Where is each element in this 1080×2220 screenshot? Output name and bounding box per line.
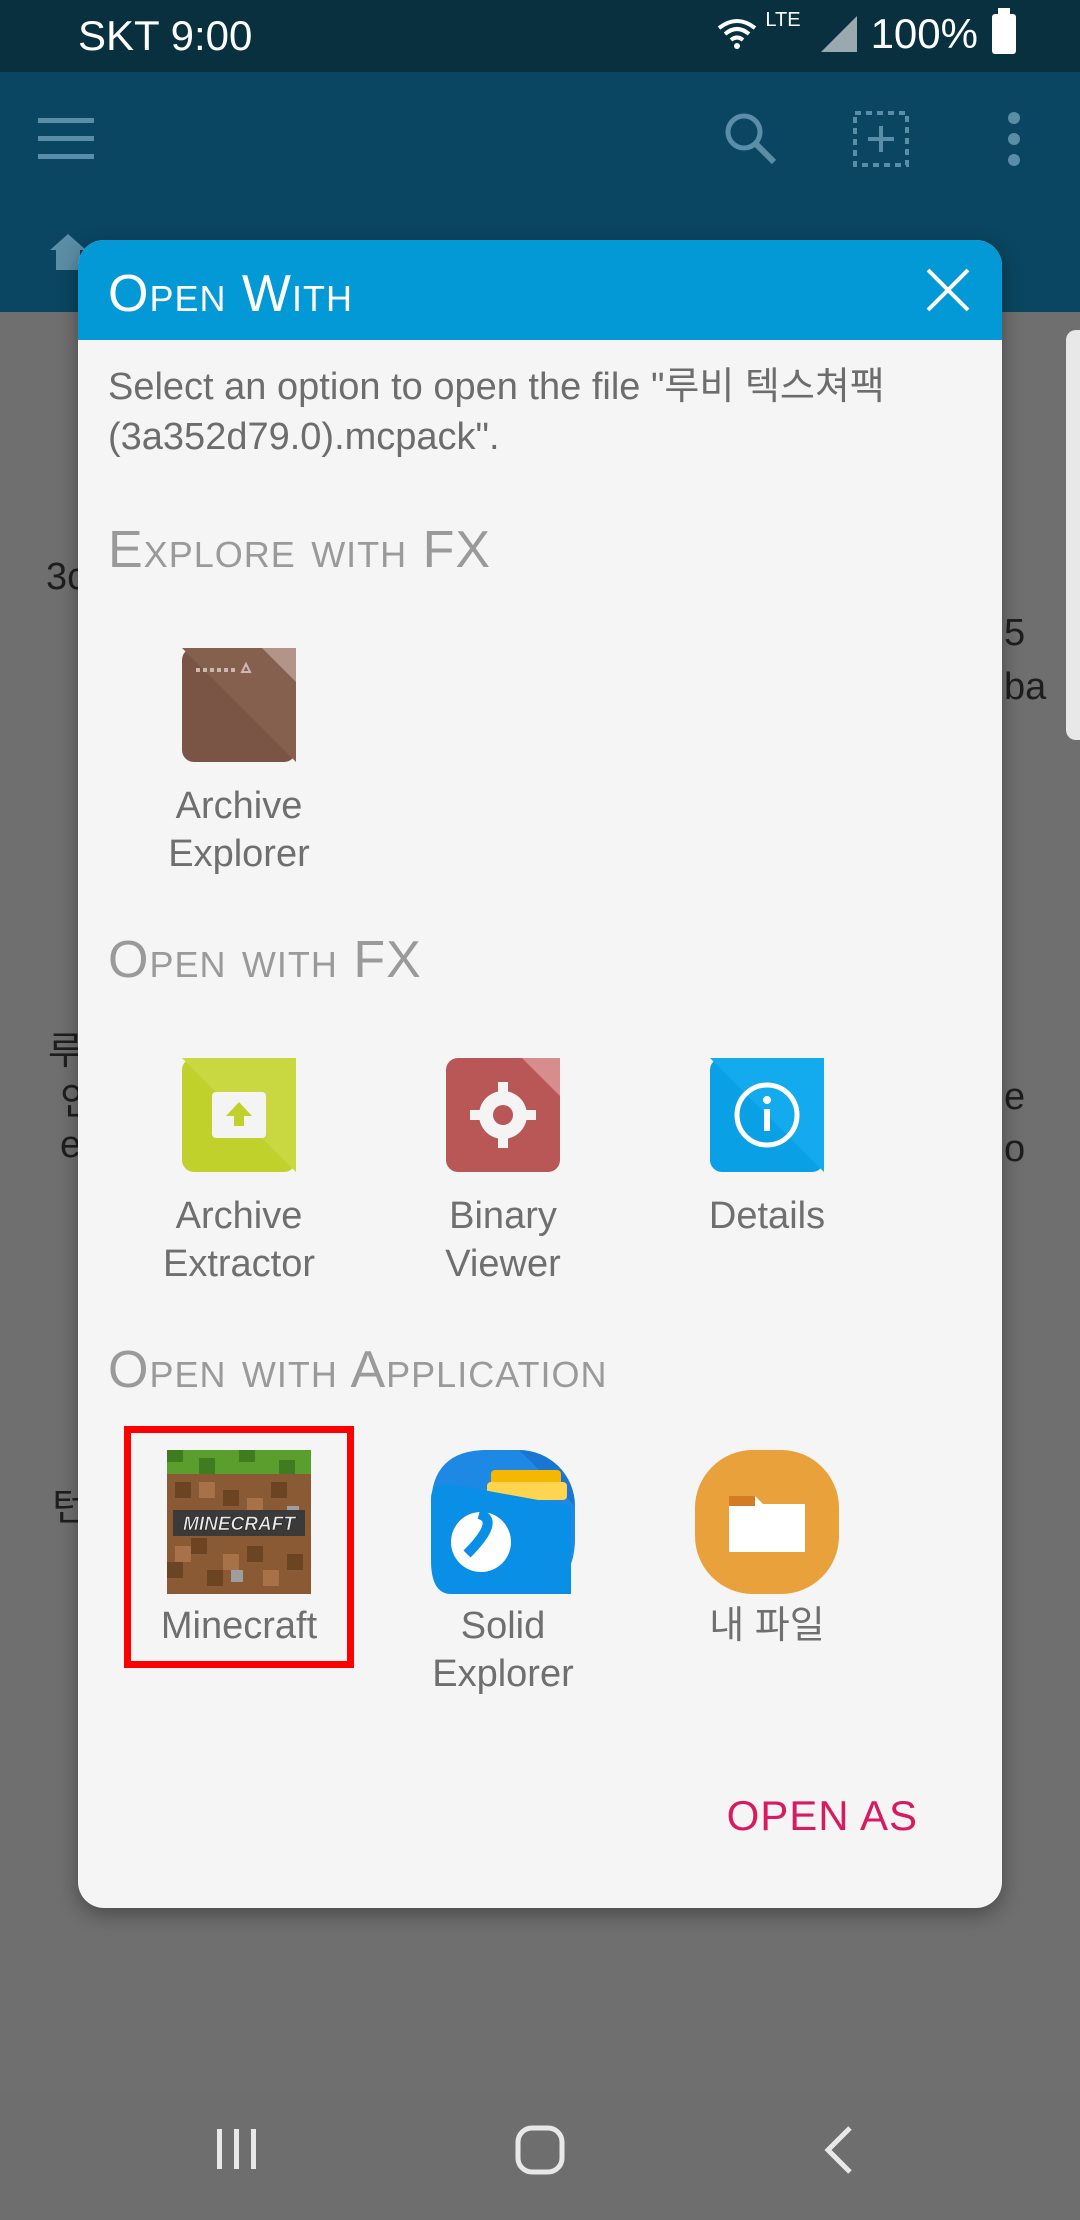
selection-highlight [124, 1426, 354, 1668]
more-options-icon[interactable] [1004, 110, 1024, 168]
battery-percent: 100% [870, 10, 978, 57]
option-my-files[interactable]: 내 파일 [652, 1450, 882, 1650]
bg-text: o [1004, 1128, 1026, 1170]
section-title-open-app: Open with Application [108, 1341, 608, 1399]
bg-text: ba [1004, 666, 1047, 708]
option-label: 내 파일 [709, 1605, 825, 1647]
section-title-open-fx: Open with FX [108, 931, 422, 989]
binary-viewer-icon [446, 1058, 560, 1172]
option-solid-explorer[interactable]: Solid Explorer [388, 1450, 618, 1698]
dialog-header: Open With [78, 240, 1002, 340]
option-label: Solid Explorer [432, 1605, 574, 1695]
option-archive-explorer[interactable]: Archive Explorer [124, 648, 354, 878]
recent-apps-icon[interactable] [214, 2126, 260, 2172]
archive-explorer-icon [182, 648, 296, 762]
section-title-explore: Explore with FX [108, 521, 492, 579]
carrier-time: SKT 9:00 [78, 12, 253, 59]
wifi-icon [718, 19, 757, 49]
network-type: LTE [765, 8, 801, 31]
search-icon[interactable] [722, 110, 778, 166]
home-button-icon[interactable] [514, 2124, 566, 2176]
option-label: Archive Explorer [168, 785, 310, 875]
open-as-button[interactable]: OPEN AS [727, 1792, 918, 1840]
option-binary-viewer[interactable]: Binary Viewer [388, 1058, 618, 1288]
option-label: Binary Viewer [445, 1195, 561, 1285]
menu-icon[interactable] [38, 116, 94, 160]
option-details[interactable]: Details [652, 1058, 882, 1240]
status-icons: LTE 100% [717, 8, 1016, 58]
back-icon[interactable] [822, 2124, 856, 2176]
bg-text: e [1004, 1076, 1026, 1118]
dialog-message: Select an option to open the file "루비 텍스… [108, 366, 885, 458]
scroll-handle[interactable] [1066, 330, 1080, 740]
my-files-icon [695, 1450, 839, 1594]
details-icon [710, 1058, 824, 1172]
close-icon[interactable] [920, 262, 976, 318]
battery-icon [992, 8, 1016, 54]
status-bar: SKT 9:00 LTE 100% [0, 0, 1080, 72]
solid-explorer-icon [431, 1450, 575, 1594]
dialog-title: Open With [108, 265, 353, 323]
option-archive-extractor[interactable]: Archive Extractor [124, 1058, 354, 1288]
navigation-bar [0, 2090, 1080, 2220]
open-with-dialog: Open With Select an option to open the f… [78, 240, 1002, 1908]
bg-text: 5 [1004, 612, 1026, 654]
option-label: Archive Extractor [162, 1195, 316, 1285]
archive-extractor-icon [182, 1058, 296, 1172]
signal-icon [820, 16, 857, 52]
option-label: Details [708, 1195, 826, 1237]
select-icon[interactable] [852, 110, 910, 168]
